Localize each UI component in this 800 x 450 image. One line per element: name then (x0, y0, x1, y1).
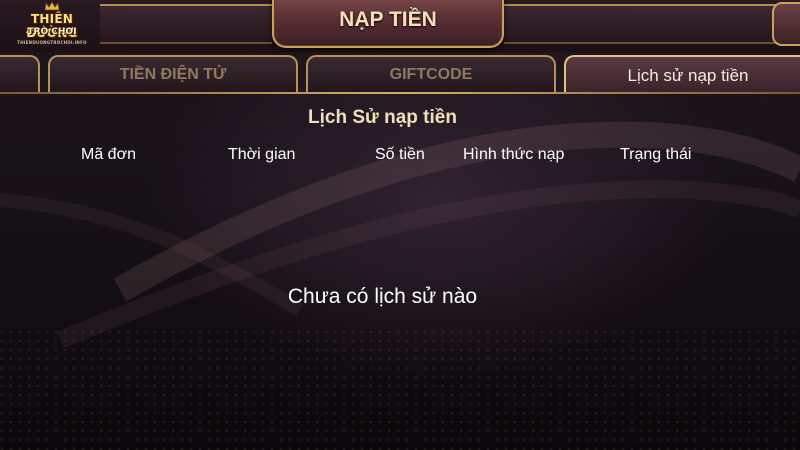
history-title: Lịch Sử nạp tiền (308, 107, 457, 128)
top-bar: NẠP TIỀN (0, 0, 800, 52)
brand-logo[interactable]: THIÊN ĐƯỜNG TRÒ CHƠI THIENDUONGTROCHOI.I… (6, 0, 98, 54)
crown-icon (44, 1, 60, 11)
deposit-screen: NẠP TIỀN THIÊN ĐƯỜNG TRÒ CHƠI THIENDUONG… (0, 0, 800, 450)
column-header-status: Trạng thái (620, 146, 692, 163)
top-bar-right-panel (504, 4, 776, 44)
close-button[interactable] (772, 2, 800, 46)
page-title: NẠP TIỀN (339, 8, 437, 31)
tab-giftcode[interactable]: GIFTCODE (306, 55, 556, 93)
top-bar-left-panel (100, 4, 272, 44)
empty-state-message: Chưa có lịch sử nào (287, 285, 478, 308)
tab-deposit-history[interactable]: Lịch sử nạp tiền (564, 55, 800, 93)
column-header-order-id: Mã đơn (81, 146, 136, 163)
title-plaque: NẠP TIỀN (272, 0, 504, 48)
column-header-method: Hình thức nạp (463, 146, 565, 163)
background-sparkle (0, 330, 800, 450)
tab-partial[interactable] (0, 55, 40, 93)
logo-line-3: THIENDUONGTROCHOI.INFO (17, 40, 87, 45)
column-header-time: Thời gian (228, 146, 296, 163)
logo-line-2: TRÒ CHƠI (27, 27, 77, 37)
tab-divider (0, 92, 800, 94)
column-header-amount: Số tiền (375, 146, 425, 163)
tab-bar: TIỀN ĐIỆN TỬ GIFTCODE Lịch sử nạp tiền (0, 52, 800, 94)
tab-crypto[interactable]: TIỀN ĐIỆN TỬ (48, 55, 298, 93)
